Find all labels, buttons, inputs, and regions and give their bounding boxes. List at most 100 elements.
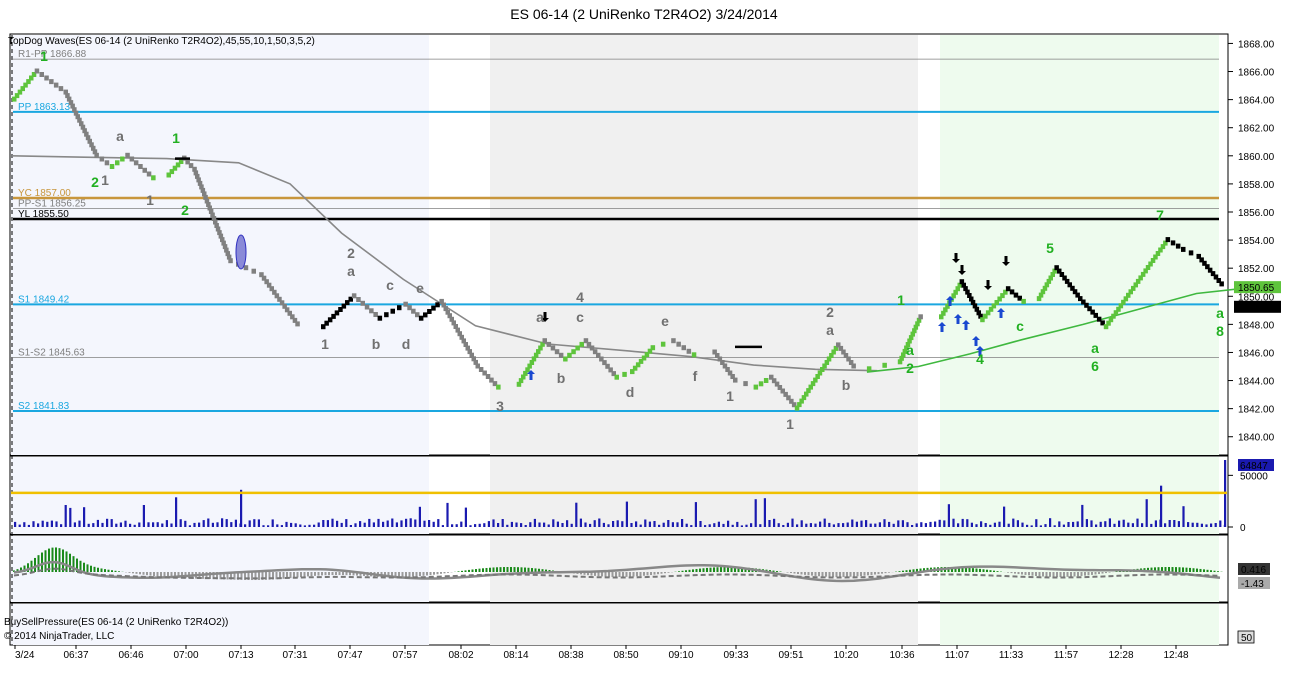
- renko-brick: [431, 305, 436, 311]
- renko-brick: [558, 352, 564, 358]
- time-tick-label: 08:02: [448, 650, 473, 661]
- volume-bar: [621, 521, 624, 527]
- volume-bar: [1085, 519, 1088, 527]
- renko-brick: [743, 381, 748, 387]
- renko-brick: [356, 297, 361, 302]
- volume-bar: [533, 518, 536, 527]
- volume-bar: [786, 522, 789, 527]
- volume-bar: [694, 502, 697, 527]
- volume-bar: [1026, 524, 1029, 527]
- volume-bar: [184, 520, 187, 527]
- wave-label: 1: [172, 130, 180, 146]
- volume-bar: [1095, 524, 1098, 527]
- volume-bar: [722, 523, 725, 527]
- volume-bar: [386, 520, 389, 527]
- time-tick-label: 11:33: [999, 650, 1024, 661]
- price-tag-text: 1849.25: [1238, 303, 1275, 314]
- volume-bar: [662, 522, 665, 527]
- volume-bar: [175, 497, 178, 527]
- volume-bar: [460, 521, 463, 527]
- renko-brick: [129, 156, 135, 162]
- renko-brick: [622, 371, 627, 377]
- volume-bar: [115, 523, 118, 527]
- volume-bar: [943, 520, 946, 527]
- wave-label: c: [576, 309, 584, 325]
- volume-bar: [165, 520, 168, 527]
- price-tick-label: 1864.00: [1238, 96, 1275, 107]
- volume-bar: [240, 489, 243, 527]
- renko-brick: [650, 345, 656, 351]
- price-tick-label: 1862.00: [1238, 124, 1275, 135]
- renko-brick: [554, 349, 560, 355]
- volume-bar: [50, 520, 53, 527]
- renko-brick: [142, 167, 147, 173]
- volume-bar: [1044, 524, 1047, 527]
- volume-bar: [630, 523, 633, 527]
- renko-brick: [115, 160, 120, 166]
- volume-bar: [510, 521, 513, 527]
- volume-bar: [455, 524, 458, 527]
- wave-label: 2: [181, 202, 189, 218]
- volume-bar: [975, 524, 978, 527]
- renko-brick: [614, 374, 619, 380]
- renko-brick: [44, 75, 49, 81]
- volume-bar: [1191, 522, 1194, 527]
- time-tick-label: 07:57: [392, 650, 417, 661]
- volume-bar: [257, 519, 260, 527]
- renko-brick: [1021, 298, 1026, 304]
- renko-brick: [763, 378, 769, 383]
- volume-bar: [1164, 523, 1167, 527]
- wave-label: 2: [826, 304, 834, 320]
- volume-bar: [800, 520, 803, 527]
- volume-bar: [211, 522, 214, 527]
- renko-brick: [563, 356, 568, 362]
- volume-bar: [819, 521, 822, 527]
- volume-bar: [377, 518, 380, 527]
- volume-bar: [1205, 524, 1208, 527]
- wave-label: 7: [1156, 207, 1164, 223]
- wave-label: 3: [496, 398, 504, 414]
- volume-bar: [188, 525, 191, 527]
- volume-bar: [993, 522, 996, 527]
- volume-bar: [101, 522, 104, 527]
- price-tick-label: 1860.00: [1238, 152, 1275, 163]
- wave-label: a: [116, 128, 124, 144]
- volume-bar: [1187, 522, 1190, 527]
- renko-brick: [758, 381, 764, 387]
- volume-bar: [400, 520, 403, 527]
- volume-bar: [280, 525, 283, 527]
- renko-brick: [427, 309, 432, 314]
- price-tick-label: 1840.00: [1238, 433, 1275, 444]
- renko-brick: [351, 293, 357, 299]
- wave-label: a: [906, 342, 914, 358]
- wave-label: a: [826, 322, 834, 338]
- renko-brick: [58, 86, 64, 92]
- oscillator-value-text: 50: [1241, 633, 1253, 644]
- volume-bar: [138, 522, 141, 527]
- volume-bar: [708, 524, 711, 527]
- volume-bar: [731, 524, 734, 527]
- wave-label: d: [626, 384, 635, 400]
- volume-bar: [437, 519, 440, 527]
- volume-bar: [474, 524, 477, 527]
- volume-bar: [1122, 519, 1125, 527]
- time-tick-label: 08:38: [558, 650, 583, 661]
- renko-brick: [415, 312, 420, 318]
- volume-bar: [860, 520, 863, 527]
- volume-bar: [538, 522, 541, 527]
- volume-bar: [92, 523, 95, 527]
- volume-bar: [639, 524, 642, 527]
- volume-bar: [524, 525, 527, 527]
- volume-bar: [823, 518, 826, 527]
- wave-label: a: [1216, 305, 1224, 321]
- volume-bar: [727, 520, 730, 527]
- volume-bar: [382, 521, 385, 527]
- volume-bar: [1141, 523, 1144, 527]
- volume-bar: [451, 524, 454, 527]
- wave-label: 1: [40, 48, 48, 64]
- volume-bar: [938, 519, 941, 527]
- volume-bar: [1108, 518, 1111, 527]
- volume-bar: [579, 518, 582, 527]
- volume-bar: [566, 520, 569, 527]
- wave-label: e: [661, 313, 669, 329]
